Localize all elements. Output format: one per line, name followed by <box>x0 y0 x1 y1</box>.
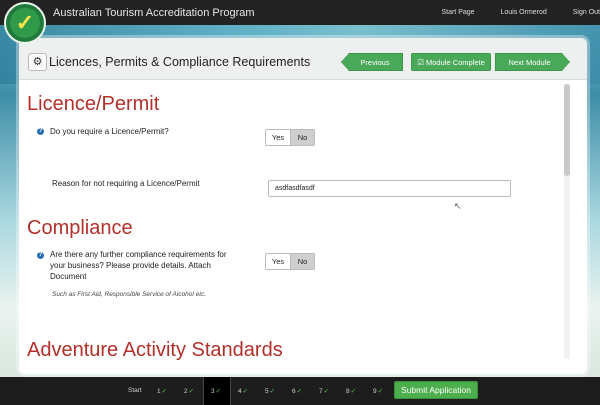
step-2[interactable]: 2✓ <box>184 387 194 395</box>
tick-icon: ✓ <box>377 388 384 395</box>
help-icon[interactable]: ? <box>37 252 44 259</box>
step-number: 7 <box>319 388 323 395</box>
compliance-yes-button[interactable]: Yes <box>265 253 291 270</box>
adventure-section-title: Adventure Activity Standards <box>27 339 283 361</box>
step-bar: Start 1✓ 2✓ 3✓ 4✓ 5✓ 6✓ 7✓ 8✓ 9✓ Submit … <box>0 377 600 405</box>
compliance-section-title: Compliance <box>27 217 133 239</box>
user-name-link[interactable]: Louis Ormerod <box>501 9 547 16</box>
module-panel: ⚙ Licences, Permits & Compliance Require… <box>19 38 587 374</box>
tick-icon: ✓ <box>188 388 195 395</box>
licence-reason-label: Reason for not requiring a Licence/Permi… <box>52 179 200 188</box>
sign-out-link[interactable]: Sign Out <box>573 9 600 16</box>
tick-icon: ✓ <box>242 388 249 395</box>
module-complete-label: Module Complete <box>426 58 485 67</box>
top-bar: Australian Tourism Accreditation Program… <box>0 0 600 25</box>
checkbox-icon: ☑ <box>417 58 427 67</box>
next-module-button[interactable]: Next Module <box>495 53 570 71</box>
step-number: 8 <box>346 388 350 395</box>
scrollbar-thumb[interactable] <box>564 84 570 176</box>
step-number: 1 <box>157 388 161 395</box>
module-title: Licences, Permits & Compliance Requireme… <box>49 55 311 69</box>
help-icon[interactable]: ? <box>37 128 44 135</box>
content-scrollbar[interactable] <box>564 84 570 359</box>
app-title: Australian Tourism Accreditation Program <box>53 7 255 19</box>
mouse-cursor-icon: ↖ <box>454 201 462 211</box>
module-complete-button[interactable]: ☑ Module Complete <box>411 53 491 71</box>
licence-yes-no: Yes No <box>265 129 315 146</box>
gear-icon[interactable]: ⚙ <box>28 53 47 71</box>
compliance-no-button[interactable]: No <box>291 253 315 270</box>
compliance-hint: Such as First Aid, Responsible Service o… <box>52 291 207 298</box>
step-6[interactable]: 6✓ <box>292 387 302 395</box>
step-number: 4 <box>238 388 242 395</box>
step-7[interactable]: 7✓ <box>319 387 329 395</box>
step-number: 6 <box>292 388 296 395</box>
tick-icon: ✓ <box>161 388 168 395</box>
step-number: 2 <box>184 388 188 395</box>
step-1[interactable]: 1✓ <box>157 387 167 395</box>
submit-application-button[interactable]: Submit Application <box>394 381 478 399</box>
step-8[interactable]: 8✓ <box>346 387 356 395</box>
licence-section-title: Licence/Permit <box>27 93 160 115</box>
step-3[interactable]: 3✓ <box>211 387 221 395</box>
module-header: ⚙ Licences, Permits & Compliance Require… <box>19 38 587 80</box>
step-4[interactable]: 4✓ <box>238 387 248 395</box>
tick-icon: ✓ <box>269 388 276 395</box>
tick-icon: ✓ <box>350 388 357 395</box>
tick-icon: ✓ <box>323 388 330 395</box>
step-5[interactable]: 5✓ <box>265 387 275 395</box>
step-number: 5 <box>265 388 269 395</box>
compliance-yes-no: Yes No <box>265 253 315 270</box>
licence-yes-button[interactable]: Yes <box>265 129 291 146</box>
licence-reason-input[interactable]: asdfasdfasdf <box>268 180 511 197</box>
step-number: 9 <box>373 388 377 395</box>
tick-seal-icon: ✓ <box>4 2 46 44</box>
licence-no-button[interactable]: No <box>291 129 315 146</box>
tick-icon: ✓ <box>215 388 222 395</box>
licence-question: Do you require a Licence/Permit? <box>50 127 169 136</box>
top-links: Start Page Louis Ormerod Sign Out <box>417 9 600 16</box>
start-page-link[interactable]: Start Page <box>441 9 474 16</box>
compliance-question: Are there any further compliance require… <box>50 250 227 281</box>
step-9[interactable]: 9✓ <box>373 387 383 395</box>
tick-icon: ✓ <box>296 388 303 395</box>
previous-module-button[interactable]: Previous Module <box>341 53 403 71</box>
step-start[interactable]: Start <box>128 387 142 394</box>
step-number: 3 <box>211 388 215 395</box>
module-content: Licence/Permit ? Do you require a Licenc… <box>19 81 567 374</box>
